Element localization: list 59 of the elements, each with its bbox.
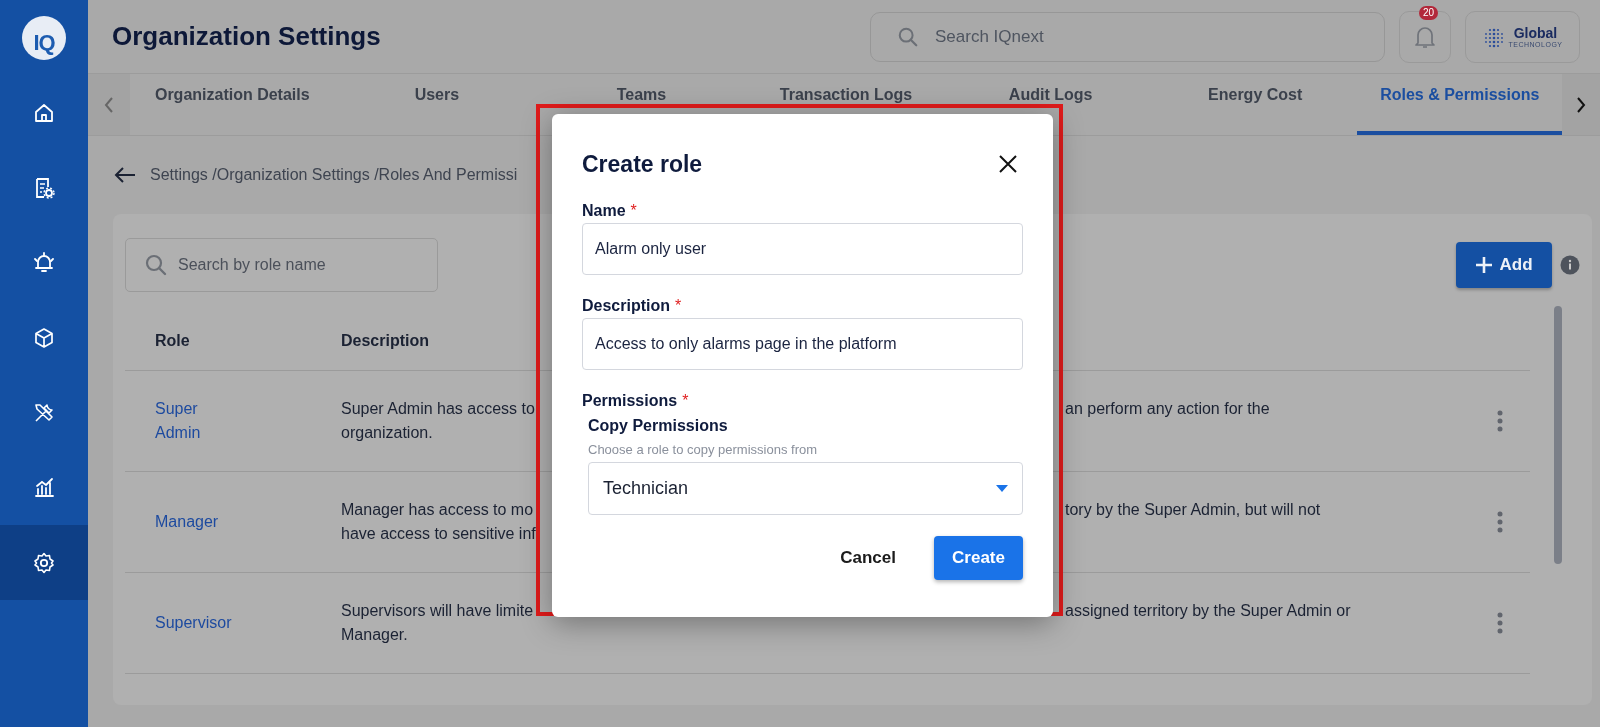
close-button[interactable] [999, 155, 1017, 173]
tab[interactable]: Teams [539, 74, 744, 135]
required-mark: * [630, 202, 637, 220]
more-options-icon[interactable] [1497, 410, 1503, 432]
cube-icon [32, 325, 56, 350]
more-options-icon[interactable] [1497, 612, 1503, 634]
helper-text: Choose a role to copy permissions from [588, 442, 819, 457]
app-logo[interactable]: IQ [22, 15, 66, 60]
description-text: organization. [341, 423, 433, 443]
dropdown[interactable]: Technician [588, 462, 1023, 515]
description-text: an perform any action for the [1065, 399, 1270, 419]
role-link[interactable]: Super Admin [125, 397, 245, 445]
tab[interactable]: Energy Cost [1152, 74, 1358, 135]
search-field[interactable]: Search IQnext [870, 11, 1385, 62]
alarm-bell-icon [32, 250, 56, 275]
cancel-button[interactable]: Cancel [832, 540, 904, 576]
column-header: Description [341, 332, 429, 349]
tab[interactable]: Audit Logs [948, 74, 1153, 135]
back-arrow-icon[interactable] [114, 166, 136, 184]
create-button[interactable]: Create [934, 536, 1023, 580]
search-icon [144, 253, 168, 277]
plus-icon [1475, 256, 1494, 274]
tab[interactable]: Organization Details [130, 74, 335, 135]
field-label: Description [582, 297, 670, 315]
description-text: Super Admin has access to [341, 399, 535, 419]
description-text: tory by the Super Admin, but will not [1065, 500, 1321, 520]
role-link[interactable]: Manager [125, 510, 245, 534]
search-icon [897, 25, 919, 48]
description-text: Manager. [341, 625, 408, 645]
required-mark: * [675, 297, 682, 315]
tab[interactable]: Transaction Logs [743, 74, 949, 135]
field-label: Name [582, 202, 626, 220]
dialog-title: Create role [582, 150, 703, 178]
column-header: Role [155, 332, 190, 349]
required-mark: * [682, 392, 689, 410]
brand-name: Global [1513, 25, 1558, 40]
caret-icon [996, 485, 1008, 492]
more-options-icon[interactable] [1497, 511, 1503, 533]
input-field[interactable]: Alarm only user [582, 223, 1023, 275]
settings-icon [32, 550, 56, 575]
description-text: Manager has access to mo [341, 500, 534, 520]
scrollbar[interactable] [1554, 306, 1562, 564]
info-icon[interactable] [1560, 255, 1580, 275]
close-icon [999, 155, 1017, 173]
notification-badge: 20 [1418, 5, 1438, 20]
page-title: Organization Settings [112, 21, 382, 52]
field-label: Copy Permissions [588, 417, 729, 435]
description-text: assigned territory by the Super Admin or [1065, 601, 1351, 621]
search-field[interactable]: Search by role name [125, 238, 438, 292]
description-text: Supervisors will have limite [341, 601, 534, 621]
tab[interactable]: Users [334, 74, 540, 135]
add-button[interactable]: Add [1456, 242, 1552, 288]
sidebar-item[interactable] [0, 525, 88, 600]
chart-icon [32, 475, 56, 500]
input-field[interactable]: Access to only alarms page in the platform [582, 318, 1023, 370]
breadcrumb: Settings /Organization Settings /Roles And Permissi [150, 166, 518, 184]
role-link[interactable]: Supervisor [125, 611, 245, 635]
description-text: have access to sensitive inf [341, 524, 536, 544]
field-label: Permissions [582, 392, 678, 410]
